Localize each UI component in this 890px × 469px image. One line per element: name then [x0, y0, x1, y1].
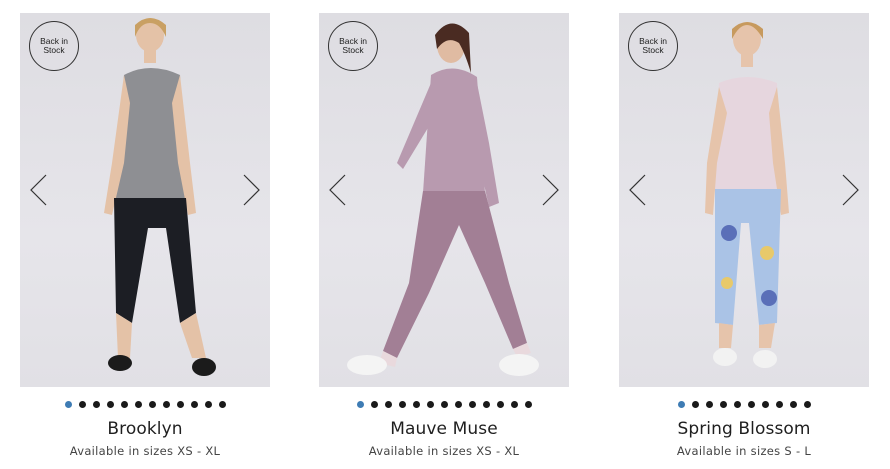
- carousel-dot[interactable]: [496, 401, 504, 408]
- chevron-left-icon[interactable]: [327, 173, 349, 207]
- carousel-dots: [319, 401, 569, 411]
- carousel-dot[interactable]: [92, 401, 100, 408]
- carousel-dot[interactable]: [719, 401, 727, 408]
- carousel-dot[interactable]: [426, 401, 434, 408]
- chevron-right-icon[interactable]: [539, 173, 561, 207]
- product-card-mauve-muse[interactable]: Back in Stock Mauve Muse Available in si…: [319, 13, 569, 458]
- carousel-dot[interactable]: [218, 401, 226, 408]
- carousel-dot[interactable]: [440, 401, 448, 408]
- carousel-dot[interactable]: [677, 401, 685, 408]
- carousel-dot[interactable]: [64, 401, 72, 408]
- carousel-dot[interactable]: [204, 401, 212, 408]
- product-name[interactable]: Spring Blossom: [619, 419, 869, 439]
- product-card-spring-blossom[interactable]: Back in Stock Spring Blossom Available i…: [619, 13, 869, 458]
- carousel-dot[interactable]: [162, 401, 170, 408]
- product-image[interactable]: Back in Stock: [319, 13, 569, 387]
- carousel-dot[interactable]: [190, 401, 198, 408]
- carousel-dot[interactable]: [356, 401, 364, 408]
- carousel-dot[interactable]: [384, 401, 392, 408]
- carousel-dot[interactable]: [398, 401, 406, 408]
- carousel-dot[interactable]: [775, 401, 783, 408]
- carousel-dot[interactable]: [691, 401, 699, 408]
- carousel-dot[interactable]: [803, 401, 811, 408]
- carousel-dot[interactable]: [761, 401, 769, 408]
- product-card-brooklyn[interactable]: Back in Stock Brooklyn Available in size…: [20, 13, 270, 458]
- carousel-dot[interactable]: [482, 401, 490, 408]
- carousel-dot[interactable]: [789, 401, 797, 408]
- carousel-dot[interactable]: [176, 401, 184, 408]
- carousel-dot[interactable]: [705, 401, 713, 408]
- carousel-dot[interactable]: [412, 401, 420, 408]
- product-sizes: Available in sizes S - L: [676, 444, 812, 458]
- carousel-dot[interactable]: [78, 401, 86, 408]
- product-sizes: Available in sizes XS - XL: [69, 444, 221, 458]
- carousel-dot[interactable]: [454, 401, 462, 408]
- product-image[interactable]: Back in Stock: [619, 13, 869, 387]
- product-name[interactable]: Brooklyn: [20, 419, 270, 439]
- chevron-left-icon[interactable]: [627, 173, 649, 207]
- carousel-dot[interactable]: [148, 401, 156, 408]
- product-name[interactable]: Mauve Muse: [319, 419, 569, 439]
- carousel-dots: [619, 401, 869, 411]
- carousel-dot[interactable]: [733, 401, 741, 408]
- product-image[interactable]: Back in Stock: [20, 13, 270, 387]
- chevron-right-icon[interactable]: [240, 173, 262, 207]
- carousel-dot[interactable]: [468, 401, 476, 408]
- product-sizes: Available in sizes XS - XL: [368, 444, 520, 458]
- carousel-dot[interactable]: [510, 401, 518, 408]
- carousel-dot[interactable]: [524, 401, 532, 408]
- carousel-dots: [20, 401, 270, 411]
- chevron-right-icon[interactable]: [839, 173, 861, 207]
- back-in-stock-badge: Back in Stock: [628, 21, 678, 71]
- carousel-dot[interactable]: [120, 401, 128, 408]
- carousel-dot[interactable]: [370, 401, 378, 408]
- carousel-dot[interactable]: [134, 401, 142, 408]
- back-in-stock-badge: Back in Stock: [328, 21, 378, 71]
- chevron-left-icon[interactable]: [28, 173, 50, 207]
- carousel-dot[interactable]: [106, 401, 114, 408]
- carousel-dot[interactable]: [747, 401, 755, 408]
- back-in-stock-badge: Back in Stock: [29, 21, 79, 71]
